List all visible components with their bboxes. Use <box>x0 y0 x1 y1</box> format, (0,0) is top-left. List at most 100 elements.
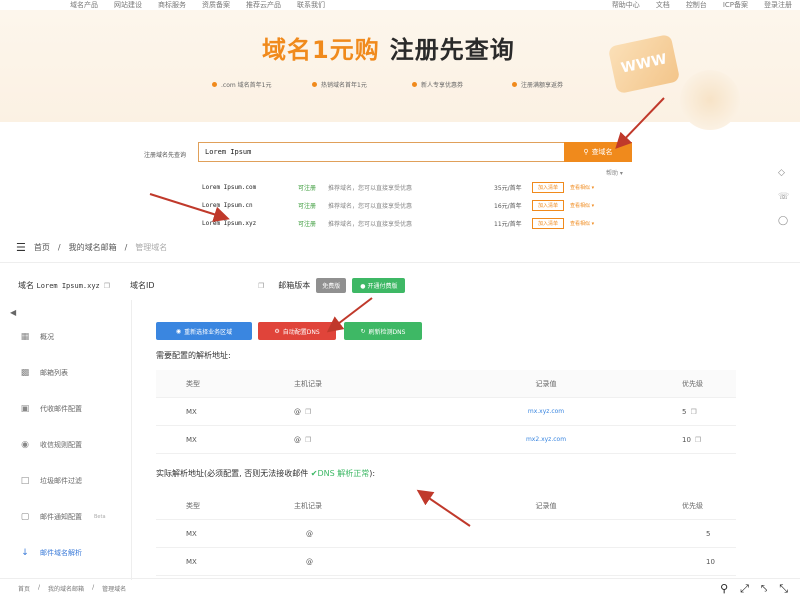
banner-title: 域名1元购 注册先查询 <box>262 30 515 65</box>
refresh-icon: ↻ <box>360 327 366 335</box>
phone-icon[interactable]: ☏ <box>778 192 789 202</box>
sidebar-item-receive-rules[interactable]: ◉ 收信规则配置 <box>20 440 82 450</box>
required-records-table: 类型 主机记录 记录值 优先级 MX @ ❐ mx.xyz.com 5 ❐ MX @… <box>156 370 736 454</box>
topnav-link[interactable]: 域名产品 <box>70 0 98 10</box>
table-row: MX @ 5 <box>156 520 736 548</box>
sidebar-item-collect-mail[interactable]: ▣ 代收邮件配置 <box>20 404 82 414</box>
breadcrumb-separator: / <box>124 243 128 252</box>
breadcrumb-mail[interactable]: 我的域名邮箱 <box>48 584 84 593</box>
view-similar-link[interactable]: 查看相似 ▾ <box>570 202 594 209</box>
domain-info: 域名 Lorem Ipsum.xyz ❐ 域名ID <box>18 280 155 291</box>
topnav-link[interactable]: 控制台 <box>686 0 707 10</box>
version-label: 邮箱版本 <box>278 281 311 290</box>
topnav-link[interactable]: 登录注册 <box>764 0 792 10</box>
topnav-link[interactable]: 推荐云产品 <box>246 0 281 10</box>
bell-icon: ▢ <box>20 512 30 522</box>
promo-banner: WWW <box>0 10 800 130</box>
search-result-row: Lorem Ipsum.xyz 可注册 推荐域名，您可以直接享受优惠 11元/首… <box>202 216 642 230</box>
expand-icon[interactable]: ⤡ <box>779 582 788 596</box>
promo-dot-icon <box>412 82 417 87</box>
promo-item: 新人专享优惠券 <box>412 80 463 89</box>
mailbox-version: ❐ 邮箱版本 免费版 ● 开通付费版 <box>254 278 406 293</box>
sidebar-item-mailbox-list[interactable]: ▩ 邮箱列表 <box>20 368 68 378</box>
rotate-icon[interactable]: ⤣ <box>761 582 767 596</box>
add-to-list-button[interactable]: 加入清单 <box>532 217 564 229</box>
record-value: mx.xyz.com <box>527 408 565 415</box>
topnav-link[interactable]: 帮助中心 <box>612 0 640 10</box>
bottom-bar: 首页 / 我的域名邮箱 / 管理域名 ⚲ ⤢ ⤣ ⤡ <box>0 578 800 600</box>
auto-configure-dns-button[interactable]: ⚙ 自动配置DNS <box>258 322 336 340</box>
topnav-link[interactable]: 网站建设 <box>114 0 142 10</box>
refresh-dns-button[interactable]: ↻ 刷新检测DNS <box>344 322 422 340</box>
promo-item: 热销域名首年1元 <box>312 80 367 89</box>
banner-title-dark: 注册先查询 <box>389 36 515 64</box>
copy-icon[interactable]: ❐ <box>104 282 110 290</box>
host-cell: @ ❐ <box>294 435 312 444</box>
result-domain-name: Lorem Ipsum.cn <box>202 201 253 209</box>
breadcrumb-home[interactable]: 首页 <box>18 584 30 593</box>
add-to-list-button[interactable]: 加入清单 <box>532 181 564 193</box>
search-domain-button[interactable]: ⚲ 查域名 <box>564 142 632 162</box>
breadcrumb-current: 管理域名 <box>135 243 168 252</box>
grid-icon: ▦ <box>20 332 30 342</box>
sidebar-item-notification[interactable]: ▢ 邮件通知配置 Beta <box>20 512 106 522</box>
domain-search-input[interactable]: Lorem Ipsum <box>198 142 564 162</box>
banner-title-orange: 域名1元购 <box>262 36 380 64</box>
promo-item: 注册满额享返券 <box>512 80 563 89</box>
viewer-toolbar: ⚲ ⤢ ⤣ ⤡ <box>720 582 788 596</box>
priority-cell: 5 ❐ <box>682 407 697 416</box>
search-result-row: Lorem Ipsum.com 可注册 推荐域名，您可以直接享受优惠 35元/首… <box>202 180 642 194</box>
copy-icon[interactable]: ❐ <box>305 436 311 444</box>
sidebar-item-dns-resolution[interactable]: ↓ 邮件域名解析 <box>20 548 82 558</box>
upgrade-paid-button[interactable]: ● 开通付费版 <box>352 278 406 293</box>
fit-screen-icon[interactable]: ⤢ <box>740 582 749 596</box>
reselect-region-button[interactable]: ◉ 重新选择业务区域 <box>156 322 252 340</box>
breadcrumb-home[interactable]: 首页 <box>34 242 50 253</box>
menu-icon[interactable]: ☰ <box>16 241 26 254</box>
breadcrumb: ☰ 首页 / 我的域名邮箱 / 管理域名 <box>16 241 167 254</box>
view-similar-link[interactable]: 查看相似 ▾ <box>570 184 594 191</box>
actual-records-title: 实际解析地址(必须配置, 否则无法接收邮件 ✔DNS 解析正常): <box>156 469 376 478</box>
table-row: MX @ 10 <box>156 548 736 576</box>
inbox-icon: ▣ <box>20 404 30 414</box>
result-domain-name: Lorem Ipsum.com <box>202 183 257 191</box>
topnav-link[interactable]: ICP备案 <box>723 0 748 10</box>
actual-records-table: 类型 主机记录 记录值 优先级 MX @ 5 MX @ 10 <box>156 492 736 576</box>
zoom-icon[interactable]: ⚲ <box>720 582 728 596</box>
search-result-row: Lorem Ipsum.cn 可注册 推荐域名，您可以直接享受优惠 16元/首年… <box>202 198 642 212</box>
table-row: MX @ ❐ mx2.xyz.com 10 ❐ <box>156 426 736 454</box>
add-to-list-button[interactable]: 加入清单 <box>532 199 564 211</box>
sidebar-item-overview[interactable]: ▦ 概况 <box>20 332 54 342</box>
promo-dot-icon <box>512 82 517 87</box>
required-records-title: 需要配置的解析地址: <box>156 351 231 360</box>
table-header: 类型 主机记录 记录值 优先级 <box>156 370 736 398</box>
topnav-link[interactable]: 文档 <box>656 0 670 10</box>
domain-value: Lorem Ipsum.xyz <box>36 281 100 290</box>
topnav-link[interactable]: 商标服务 <box>158 0 186 10</box>
help-link[interactable]: 帮助 ▾ <box>606 168 623 177</box>
banner-decoration <box>680 70 740 130</box>
copy-icon[interactable]: ❐ <box>695 436 701 444</box>
sidebar-item-spam-filter[interactable]: □ 垃圾邮件过滤 <box>20 476 82 486</box>
promo-item: .com 域名首年1元 <box>212 80 271 89</box>
copy-icon[interactable]: ❐ <box>305 408 311 416</box>
diamond-icon[interactable]: ◇ <box>778 168 789 178</box>
floating-toolbar: ◇ ☏ ◯ <box>778 168 789 226</box>
pin-icon: ◉ <box>21 440 29 450</box>
result-desc: 推荐域名，您可以直接享受优惠 <box>328 184 413 192</box>
topnav-link[interactable]: 联系我们 <box>297 0 325 10</box>
top-navigation: 域名产品 网站建设 商标服务 资质备案 推荐云产品 联系我们 帮助中心 文档 控… <box>0 0 800 10</box>
view-similar-link[interactable]: 查看相似 ▾ <box>570 220 594 227</box>
copy-icon[interactable]: ❐ <box>690 408 696 416</box>
domain-id-label: 域名ID <box>130 281 155 290</box>
topnav-link[interactable]: 资质备案 <box>202 0 230 10</box>
collapse-arrow-icon[interactable]: ◀ <box>10 308 16 317</box>
copy-icon[interactable]: ❐ <box>258 282 264 290</box>
result-price: 35元/首年 <box>494 184 522 192</box>
filter-icon: □ <box>20 476 30 486</box>
result-status: 可注册 <box>298 184 317 192</box>
search-icon: ⚲ <box>583 148 589 156</box>
www-decoration: WWW <box>607 33 681 95</box>
chat-icon[interactable]: ◯ <box>778 216 789 226</box>
breadcrumb-mail[interactable]: 我的域名邮箱 <box>69 242 117 253</box>
